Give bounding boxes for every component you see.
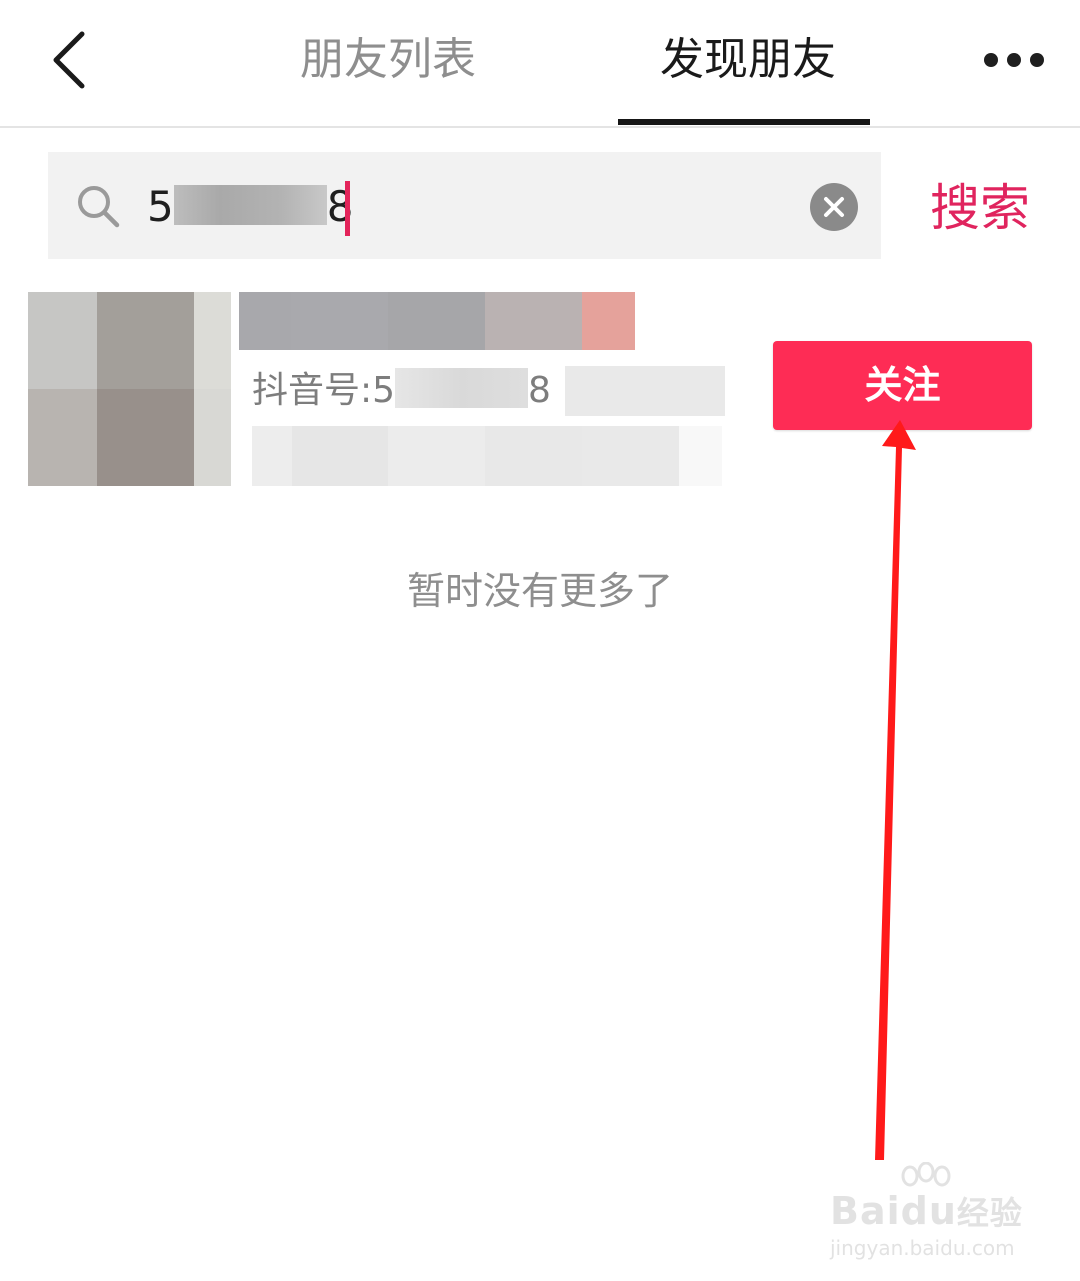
redacted-id-blur [395, 368, 529, 408]
watermark-url: jingyan.baidu.com [830, 1236, 1015, 1260]
douyin-id-end: 8 [528, 370, 551, 411]
watermark-logo: Bai [830, 1189, 901, 1233]
tab-discover-friends[interactable]: 发现朋友 [660, 30, 836, 90]
douyin-id: 抖音号:5 8 [252, 363, 551, 419]
search-query-start: 5 [147, 182, 174, 231]
signature-redacted [252, 426, 722, 486]
follow-button[interactable]: 关注 [773, 341, 1032, 430]
header-divider [0, 126, 1080, 128]
text-cursor [345, 181, 350, 236]
back-icon[interactable] [40, 22, 100, 98]
watermark-logo-mid: du [900, 1189, 957, 1233]
active-tab-indicator [618, 119, 870, 125]
search-icon [74, 182, 124, 232]
avatar[interactable] [28, 292, 231, 486]
nickname-redacted [239, 292, 635, 350]
douyin-id-start: 抖音号:5 [252, 370, 396, 411]
more-options-icon[interactable] [976, 42, 1052, 78]
tab-friend-list[interactable]: 朋友列表 [300, 30, 476, 90]
no-more-results-text: 暂时没有更多了 [406, 569, 673, 613]
redacted-extra-blur [565, 366, 725, 416]
watermark-logo-suffix: 经验 [956, 1194, 1023, 1232]
baidu-jingyan-watermark: Baidu经验 jingyan.baidu.com [826, 1162, 1036, 1270]
search-input[interactable]: 58 [147, 176, 353, 238]
clear-icon[interactable] [810, 183, 858, 231]
redacted-query-blur [173, 185, 327, 225]
search-button[interactable]: 搜索 [930, 176, 1030, 240]
